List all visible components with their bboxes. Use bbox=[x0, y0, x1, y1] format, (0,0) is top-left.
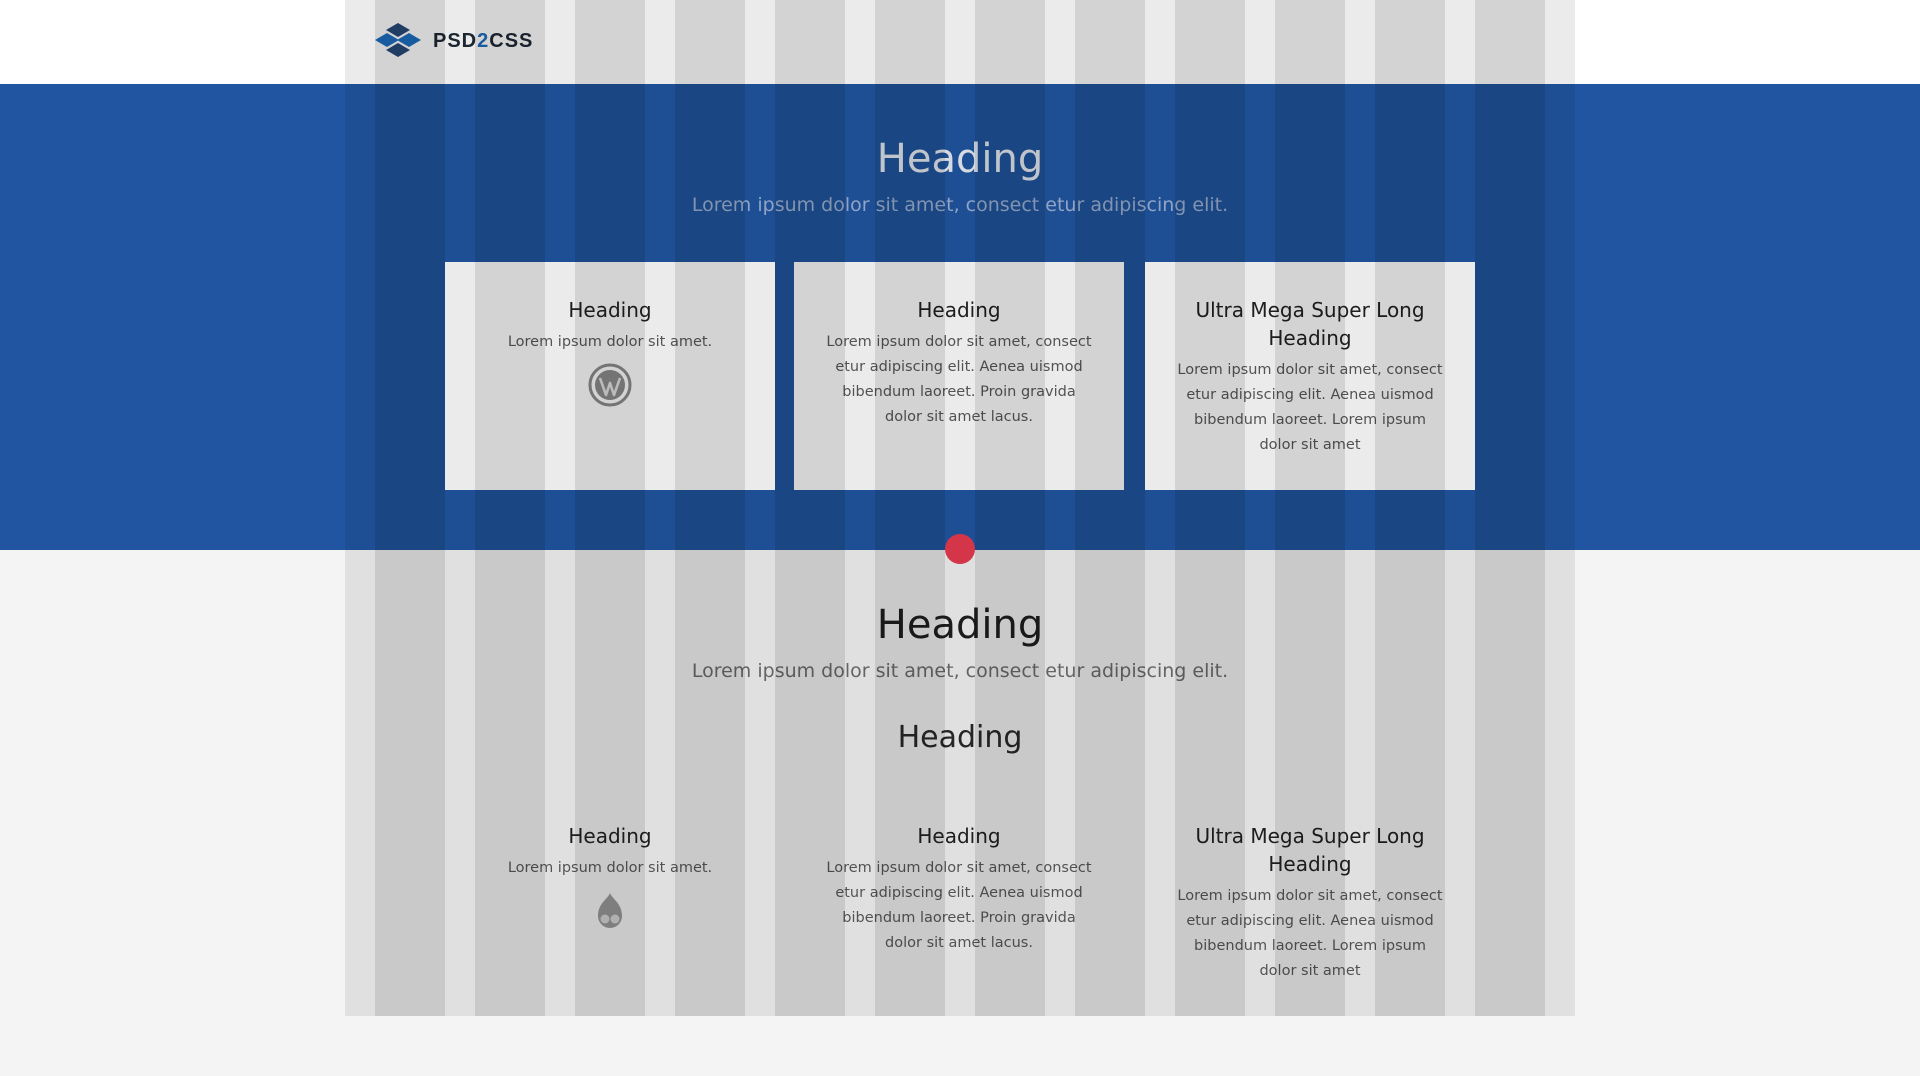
card-text: Lorem ipsum dolor sit amet. bbox=[507, 860, 713, 876]
hero-card-1: Heading Lorem ipsum dolor sit amet. bbox=[445, 262, 775, 490]
card-text: Lorem ipsum dolor sit amet, consect etur… bbox=[826, 860, 1092, 951]
section2-card-2: Heading Lorem ipsum dolor sit amet, cons… bbox=[794, 788, 1124, 1016]
drupal-icon bbox=[598, 893, 622, 928]
hero-card-2: Heading Lorem ipsum dolor sit amet, cons… bbox=[794, 262, 1124, 490]
section-divider-dot bbox=[945, 534, 975, 564]
hero-card-3: Ultra Mega Super Long Heading Lorem ipsu… bbox=[1145, 262, 1475, 490]
card-text: Lorem ipsum dolor sit amet, consect etur… bbox=[826, 334, 1092, 425]
card-title: Heading bbox=[917, 298, 1001, 322]
card-text: Lorem ipsum dolor sit amet. bbox=[507, 334, 713, 350]
card-text: Lorem ipsum dolor sit amet, consect etur… bbox=[1177, 888, 1443, 979]
section2-subtitle: Lorem ipsum dolor sit amet, consect etur… bbox=[691, 660, 1229, 682]
logo[interactable]: PSD2CSS bbox=[373, 21, 533, 61]
hero-title: Heading bbox=[876, 136, 1044, 182]
card-text: Lorem ipsum dolor sit amet, consect etur… bbox=[1177, 362, 1443, 453]
hero-subtitle: Lorem ipsum dolor sit amet, consect etur… bbox=[691, 194, 1229, 216]
logo-icon bbox=[375, 23, 421, 57]
wordpress-icon bbox=[588, 363, 632, 407]
card-title: Ultra Mega Super Long Heading bbox=[1195, 824, 1425, 876]
card-title: Heading bbox=[917, 824, 1001, 848]
logo-text: PSD2CSS bbox=[433, 29, 534, 52]
section2-subheading: Heading bbox=[897, 720, 1023, 755]
site-header: PSD2CSS bbox=[0, 0, 1920, 84]
section2-title: Heading bbox=[876, 602, 1044, 648]
card-title: Heading bbox=[568, 824, 652, 848]
section2-card-1: Heading Lorem ipsum dolor sit amet. bbox=[445, 788, 775, 1016]
card-title: Ultra Mega Super Long Heading bbox=[1195, 298, 1425, 350]
card-title: Heading bbox=[568, 298, 652, 322]
section2-card-3: Ultra Mega Super Long Heading Lorem ipsu… bbox=[1145, 788, 1475, 1016]
